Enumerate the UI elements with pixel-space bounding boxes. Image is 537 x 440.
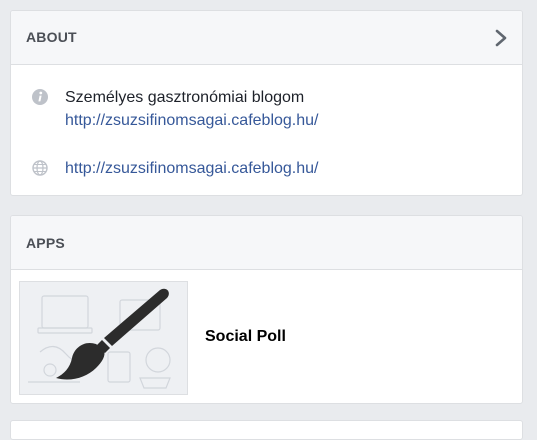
info-icon: [31, 88, 49, 106]
about-title: ABOUT: [26, 29, 77, 45]
apps-header: APPS: [11, 216, 522, 270]
paintbrush-icon: [28, 288, 171, 389]
about-description-text: Személyes gasztronómiai blogom: [65, 89, 305, 106]
about-card: ABOUT Személyes gasztronómiai blogom htt…: [10, 10, 523, 196]
about-description-link[interactable]: http://zsuzsifinomsagai.cafeblog.hu/: [65, 110, 318, 131]
globe-icon: [31, 159, 49, 177]
chevron-right-icon[interactable]: [493, 28, 509, 48]
website-link[interactable]: http://zsuzsifinomsagai.cafeblog.hu/: [65, 158, 318, 179]
about-header[interactable]: ABOUT: [11, 11, 522, 65]
apps-card: APPS Social Poll: [10, 215, 523, 404]
app-item-social-poll[interactable]: Social Poll: [19, 281, 514, 395]
app-name[interactable]: Social Poll: [205, 328, 286, 346]
next-card: [10, 420, 523, 440]
apps-title: APPS: [26, 235, 65, 251]
app-thumbnail[interactable]: [19, 281, 188, 395]
